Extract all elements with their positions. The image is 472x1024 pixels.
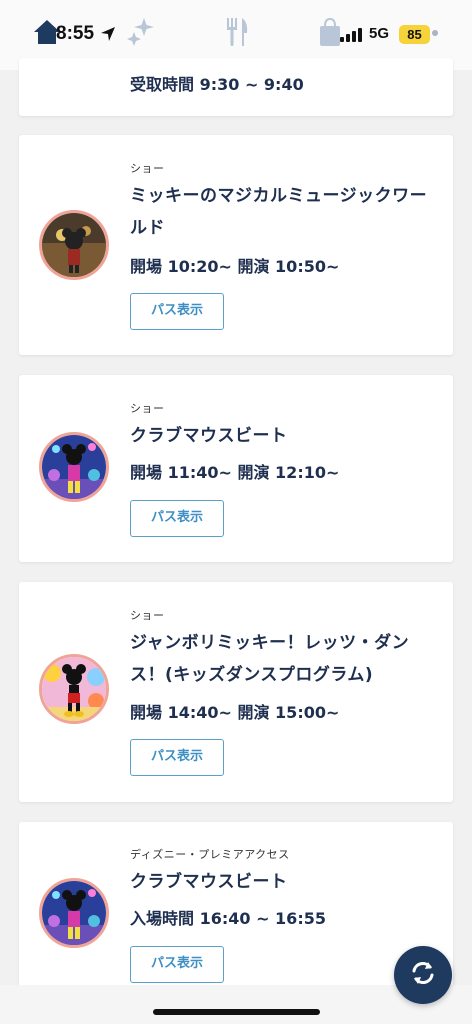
signal-icon	[340, 28, 362, 42]
card-time: 入場時間 16:40 ~ 16:55	[130, 909, 326, 928]
card-category: ショー	[130, 402, 165, 415]
card-time: 開場 11:40~ 開演 12:10~	[130, 463, 340, 482]
card-category: ショー	[130, 162, 165, 175]
show-pass-button[interactable]: パス表示	[130, 739, 224, 776]
show-pass-button[interactable]: パス表示	[130, 293, 224, 330]
battery-cap	[432, 30, 438, 36]
battery-indicator: 85	[399, 25, 430, 44]
pass-card: ショー ミッキーのマジカルミュージックワールド 開場 10:20~ 開演 10:…	[19, 135, 453, 355]
refresh-button[interactable]	[394, 946, 452, 1004]
card-category: ディズニー・プレミアアクセス	[130, 848, 290, 861]
refresh-icon	[408, 958, 438, 992]
shopping-bag-icon[interactable]	[318, 16, 342, 52]
pass-card-top: 受取時間 9:30 ~ 9:40	[19, 58, 453, 116]
status-time: 8:55	[56, 23, 95, 44]
card-time: 受取時間 9:30 ~ 9:40	[130, 75, 304, 94]
card-title: クラブマウスビート	[130, 872, 288, 892]
card-category: ショー	[130, 609, 165, 622]
home-indicator	[153, 1009, 320, 1015]
pass-card: ショー ジャンボリミッキー！レッツ・ダンス！(キッズダンスプログラム) 開場 1…	[19, 582, 453, 802]
show-pass-button[interactable]: パス表示	[130, 500, 224, 537]
pass-card: ディズニー・プレミアアクセス クラブマウスビート 入場時間 16:40 ~ 16…	[19, 822, 453, 987]
network-label: 5G	[369, 25, 390, 42]
show-thumbnail	[39, 210, 109, 280]
pass-card: ショー クラブマウスビート 開場 11:40~ 開演 12:10~ パス表示	[19, 375, 453, 562]
card-title: ミッキーのマジカルミュージックワールド	[130, 186, 428, 238]
card-time: 開場 10:20~ 開演 10:50~	[130, 257, 340, 276]
show-pass-button[interactable]: パス表示	[130, 946, 224, 983]
card-title: クラブマウスビート	[130, 426, 288, 446]
show-thumbnail	[39, 432, 109, 502]
show-thumbnail	[39, 878, 109, 948]
card-time: 開場 14:40~ 開演 15:00~	[130, 703, 340, 722]
card-title: ジャンボリミッキー！レッツ・ダンス！(キッズダンスプログラム)	[130, 633, 410, 685]
location-arrow-icon	[100, 26, 116, 46]
fork-knife-icon[interactable]	[224, 16, 250, 52]
stars-icon[interactable]	[124, 16, 158, 54]
show-thumbnail	[39, 654, 109, 724]
